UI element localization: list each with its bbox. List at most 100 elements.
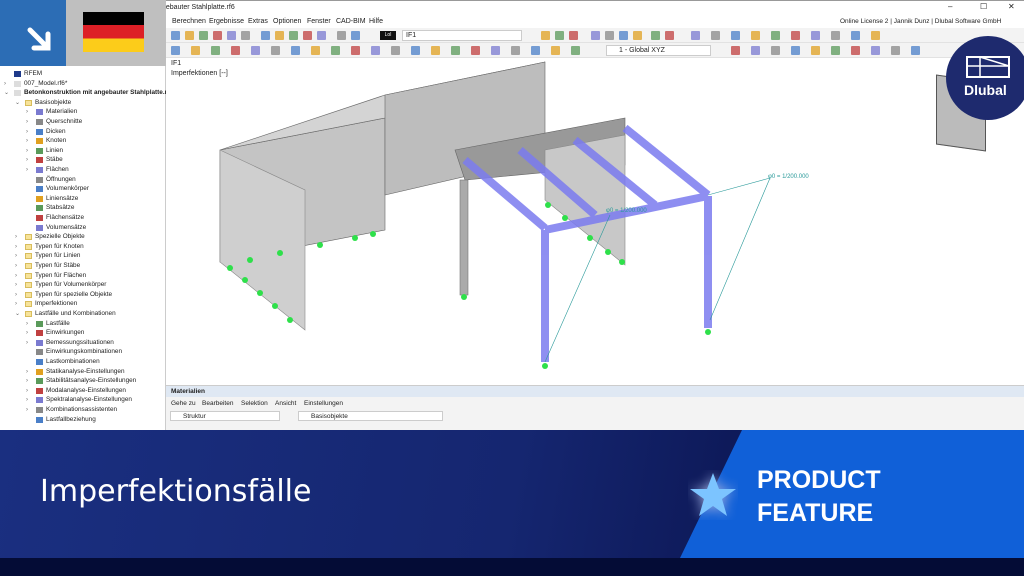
chevron-right-icon[interactable]: › — [15, 251, 21, 261]
toolbar-icon[interactable] — [555, 31, 564, 40]
toolbar-icon[interactable] — [431, 46, 440, 55]
toolbar-icon[interactable] — [303, 31, 312, 40]
toolbar-icon[interactable] — [751, 31, 760, 40]
toolbar-icon[interactable] — [911, 46, 920, 55]
tree-item[interactable]: › Typen für Knoten — [0, 242, 166, 252]
chevron-right-icon[interactable]: › — [15, 299, 21, 309]
toolbar-icon[interactable] — [651, 31, 660, 40]
menu-extras[interactable]: Extras — [248, 18, 268, 25]
tree-item[interactable]: Volumenkörper — [0, 184, 166, 194]
panel-menu-bearbeiten[interactable]: Bearbeiten — [202, 400, 233, 407]
chevron-right-icon[interactable]: › — [26, 127, 32, 137]
toolbar-icon[interactable] — [351, 46, 360, 55]
toolbar-icon[interactable] — [261, 31, 270, 40]
toolbar-icon[interactable] — [411, 46, 420, 55]
chevron-down-icon[interactable]: ⌄ — [4, 88, 10, 98]
tree-item[interactable]: Lastfallbeziehung — [0, 415, 166, 425]
toolbar-icon[interactable] — [771, 46, 780, 55]
tree-item[interactable]: › Lastfälle — [0, 319, 166, 329]
toolbar-icon[interactable] — [231, 46, 240, 55]
toolbar-icon[interactable] — [831, 31, 840, 40]
chevron-right-icon[interactable]: › — [15, 261, 21, 271]
tree-item[interactable]: Lastkombinationen — [0, 357, 166, 367]
maximize-button[interactable]: ☐ — [980, 2, 987, 11]
toolbar-icon[interactable] — [311, 46, 320, 55]
chevron-right-icon[interactable]: › — [26, 165, 32, 175]
tree-item[interactable]: › Kombinationsassistenten — [0, 405, 166, 415]
toolbar-icon[interactable] — [791, 31, 800, 40]
chevron-right-icon[interactable]: › — [26, 338, 32, 348]
chevron-right-icon[interactable]: › — [15, 242, 21, 252]
structure-select[interactable]: Struktur — [170, 411, 280, 421]
tree-item[interactable]: › Spezielle Objekte — [0, 232, 166, 242]
tree-item[interactable]: › Linien — [0, 146, 166, 156]
tree-item[interactable]: › Spektralanalyse-Einstellungen — [0, 395, 166, 405]
toolbar-icon[interactable] — [691, 31, 700, 40]
toolbar-icon[interactable] — [633, 31, 642, 40]
tree-item[interactable]: › Knoten — [0, 136, 166, 146]
tree-item[interactable]: › Typen für Flächen — [0, 271, 166, 281]
toolbar-icon[interactable] — [871, 46, 880, 55]
tree-item[interactable]: Liniensätze — [0, 194, 166, 204]
chevron-down-icon[interactable]: ⌄ — [15, 309, 21, 319]
toolbar-icon[interactable] — [811, 31, 820, 40]
tree-item[interactable]: › Bemessungssituationen — [0, 338, 166, 348]
tree-item[interactable]: › Modalanalyse-Einstellungen — [0, 386, 166, 396]
toolbar-icon[interactable] — [337, 31, 346, 40]
tree-item[interactable]: › Stabilitätsanalyse-Einstellungen — [0, 376, 166, 386]
toolbar-icon[interactable] — [391, 46, 400, 55]
toolbar-icon[interactable] — [569, 31, 578, 40]
panel-menu-ansicht[interactable]: Ansicht — [275, 400, 296, 407]
loadcase-select[interactable]: IF1 — [402, 30, 522, 41]
menu-optionen[interactable]: Optionen — [273, 18, 301, 25]
tree-item[interactable]: › Einwirkungen — [0, 328, 166, 338]
chevron-right-icon[interactable]: › — [26, 405, 32, 415]
tree-item[interactable]: › 007_Model.rf6* — [0, 79, 166, 89]
object-select[interactable]: Basisobjekte — [298, 411, 443, 421]
toolbar-icon[interactable] — [731, 31, 740, 40]
tree-item[interactable]: › Statikanalyse-Einstellungen — [0, 367, 166, 377]
chevron-right-icon[interactable]: › — [26, 367, 32, 377]
menu-hilfe[interactable]: Hilfe — [369, 18, 383, 25]
tree-item[interactable]: RFEM — [0, 69, 166, 79]
toolbar-icon[interactable] — [171, 46, 180, 55]
chevron-right-icon[interactable]: › — [15, 271, 21, 281]
panel-menu-gehe-zu[interactable]: Gehe zu — [171, 400, 196, 407]
3d-viewport[interactable]: IF1 Imperfektionen [--] φ0 = 1/200.000 φ… — [166, 58, 1024, 385]
chevron-right-icon[interactable]: › — [26, 376, 32, 386]
tree-item[interactable]: › Stäbe — [0, 155, 166, 165]
toolbar-icon[interactable] — [511, 46, 520, 55]
toolbar-icon[interactable] — [711, 31, 720, 40]
panel-menu-einstellungen[interactable]: Einstellungen — [304, 400, 343, 407]
toolbar-icon[interactable] — [271, 46, 280, 55]
toolbar-icon[interactable] — [211, 46, 220, 55]
tree-item[interactable]: › Typen für Linien — [0, 251, 166, 261]
chevron-right-icon[interactable]: › — [26, 386, 32, 396]
tree-item[interactable]: › Flächen — [0, 165, 166, 175]
toolbar-icon[interactable] — [791, 46, 800, 55]
chevron-down-icon[interactable]: ⌄ — [15, 98, 21, 108]
chevron-right-icon[interactable]: › — [26, 146, 32, 156]
tree-item[interactable]: › Imperfektionen — [0, 299, 166, 309]
toolbar-icon[interactable] — [241, 31, 250, 40]
toolbar-icon[interactable] — [891, 46, 900, 55]
toolbar-icon[interactable] — [451, 46, 460, 55]
toolbar-icon[interactable] — [771, 31, 780, 40]
toolbar-icon[interactable] — [811, 46, 820, 55]
tree-item[interactable]: › Typen für Volumenkörper — [0, 280, 166, 290]
toolbar-icon[interactable] — [213, 31, 222, 40]
tree-item[interactable]: › Querschnitte — [0, 117, 166, 127]
toolbar-icon[interactable] — [227, 31, 236, 40]
toolbar-icon[interactable] — [351, 31, 360, 40]
toolbar-icon[interactable] — [531, 46, 540, 55]
chevron-right-icon[interactable]: › — [26, 319, 32, 329]
chevron-right-icon[interactable]: › — [26, 107, 32, 117]
tree-item[interactable]: Flächensätze — [0, 213, 166, 223]
toolbar-icon[interactable] — [491, 46, 500, 55]
toolbar-icon[interactable] — [371, 46, 380, 55]
toolbar-icon[interactable] — [851, 46, 860, 55]
toolbar-icon[interactable] — [571, 46, 580, 55]
toolbar-icon[interactable] — [275, 31, 284, 40]
chevron-right-icon[interactable]: › — [26, 136, 32, 146]
tree-item[interactable]: › Materialien — [0, 107, 166, 117]
